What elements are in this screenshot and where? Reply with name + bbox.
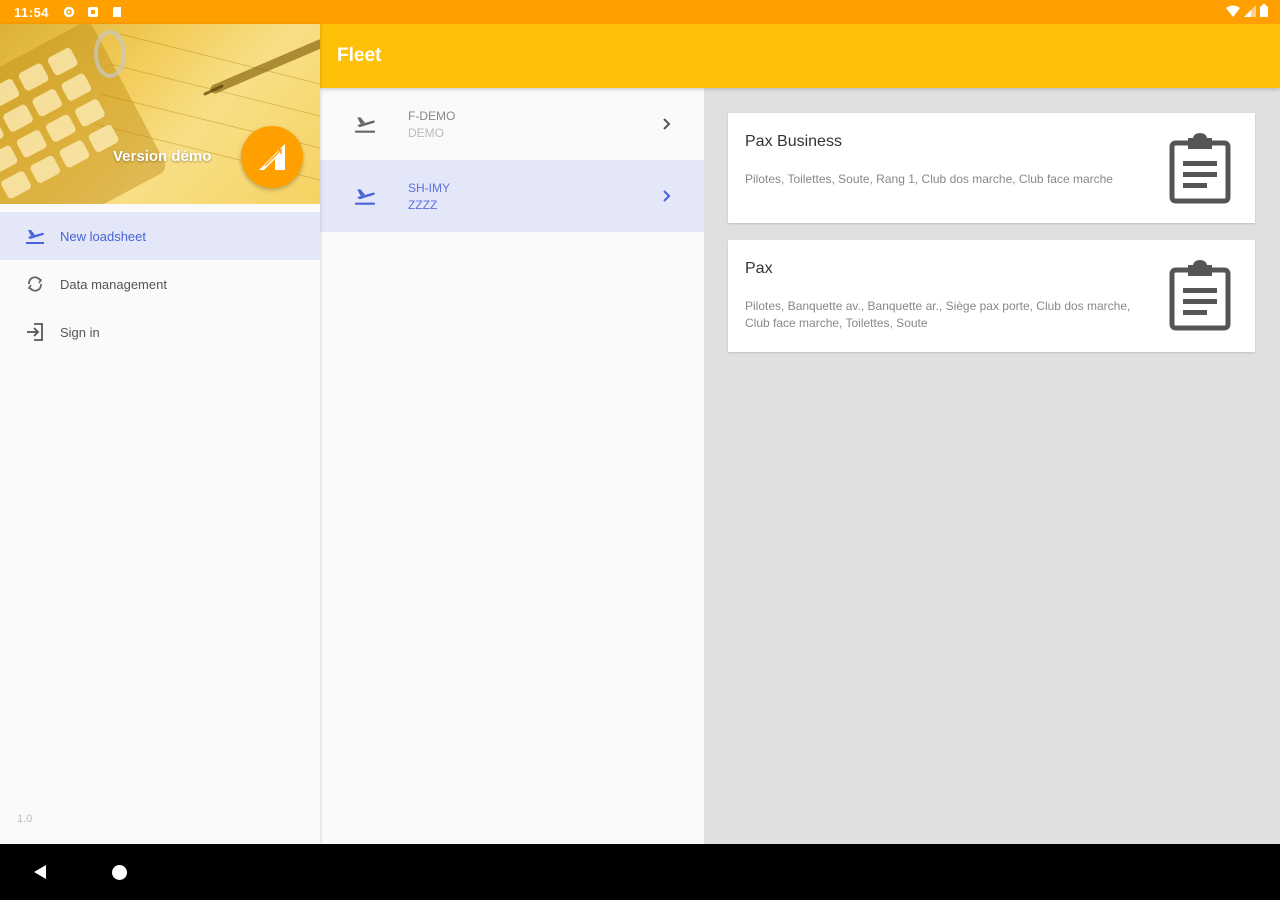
configuration-title: Pax [745, 260, 773, 277]
sd-card-icon [111, 6, 123, 18]
fleet-list: F-DEMO DEMO SH-IMY ZZZZ [320, 88, 704, 844]
drawer-menu: New loadsheet Data management Sign in [0, 212, 320, 356]
chevron-right-icon [663, 190, 671, 202]
chevron-right-icon [663, 118, 671, 130]
aircraft-registration: F-DEMO [408, 109, 456, 123]
aircraft-type: ZZZZ [408, 198, 438, 212]
menu-item-label: Data management [60, 276, 167, 292]
configuration-description: Pilotes, Banquette av., Banquette ar., S… [745, 299, 1131, 330]
menu-item-data-management[interactable]: Data management [0, 260, 320, 308]
menu-item-label: New loadsheet [60, 228, 146, 244]
configuration-description: Pilotes, Toilettes, Soute, Rang 1, Club … [745, 172, 1113, 186]
app-logo [241, 126, 303, 188]
status-time: 11:54 [14, 4, 50, 20]
login-icon [24, 321, 46, 343]
flight-takeoff-icon [24, 225, 46, 247]
configuration-card-pax-business[interactable]: Pax Business Pilotes, Toilettes, Soute, … [728, 113, 1255, 223]
back-icon[interactable] [32, 864, 48, 880]
battery-icon [1260, 4, 1268, 20]
aircraft-row-f-demo[interactable]: F-DEMO DEMO [320, 88, 704, 160]
navigation-drawer: Version démo New loadsheet Data manageme… [0, 24, 320, 844]
aircraft-row-sh-imy[interactable]: SH-IMY ZZZZ [320, 160, 704, 232]
wifi-icon [1226, 5, 1240, 20]
page-title: Fleet [337, 45, 382, 66]
configuration-title: Pax Business [745, 133, 842, 150]
menu-item-new-loadsheet[interactable]: New loadsheet [0, 212, 320, 260]
app-version: 1.0 [17, 813, 33, 825]
flight-takeoff-icon [355, 189, 375, 205]
settings-icon [63, 6, 75, 18]
configuration-pane: Pax Business Pilotes, Toilettes, Soute, … [704, 88, 1280, 844]
home-icon[interactable] [112, 865, 127, 880]
system-navigation-bar [0, 844, 1280, 900]
menu-item-label: Sign in [60, 324, 100, 340]
sync-icon [87, 6, 99, 18]
clipboard-icon [1169, 260, 1231, 331]
app-toolbar: Fleet [320, 24, 1280, 88]
sync-icon [24, 273, 46, 295]
drawer-header: Version démo [0, 24, 320, 204]
flight-takeoff-icon [355, 117, 375, 133]
aircraft-registration: SH-IMY [408, 181, 450, 195]
loadsheet-logo-icon [259, 144, 285, 170]
version-label: Version démo [113, 148, 212, 165]
configuration-card-pax[interactable]: Pax Pilotes, Banquette av., Banquette ar… [728, 240, 1255, 352]
aircraft-type: DEMO [408, 126, 444, 140]
signal-icon [1244, 4, 1256, 20]
menu-item-sign-in[interactable]: Sign in [0, 308, 320, 356]
clipboard-icon [1169, 133, 1231, 204]
status-bar: 11:54 [0, 0, 1280, 24]
